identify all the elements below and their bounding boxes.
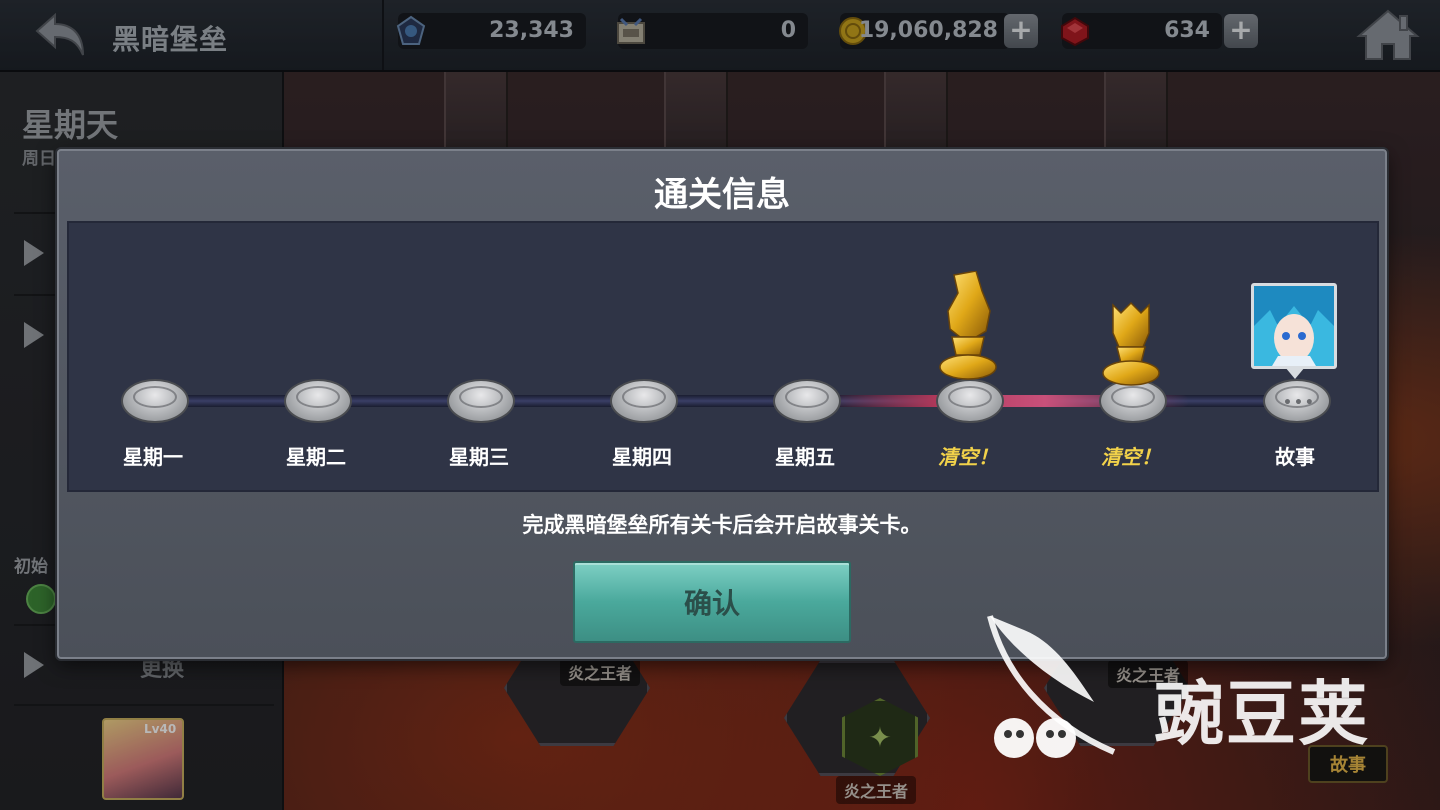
node-label: 星期三 — [449, 445, 509, 469]
node-label: 星期一 — [123, 445, 183, 469]
story-node[interactable]: ••• — [1263, 377, 1331, 423]
gold-mage-trophy-icon — [1099, 297, 1163, 393]
node-label: 星期四 — [612, 445, 672, 469]
pin-pointer — [1285, 367, 1305, 379]
day-node-tuesday[interactable] — [284, 377, 352, 423]
day-node-wednesday[interactable] — [447, 377, 515, 423]
node-label: 故事 — [1275, 445, 1315, 469]
wandoujia-logo-icon — [987, 615, 1116, 758]
story-character-portrait[interactable] — [1251, 283, 1337, 369]
day-node-thursday[interactable] — [610, 377, 678, 423]
node-label: 星期二 — [286, 445, 346, 469]
ellipsis-icon: ••• — [1283, 395, 1316, 411]
watermark-text: 豌豆荚 — [1154, 673, 1370, 755]
day-node-monday[interactable] — [121, 377, 189, 423]
cleared-label: 清空！ — [1101, 445, 1161, 469]
cleared-label: 清空！ — [938, 445, 998, 469]
confirm-button[interactable]: 确认 — [573, 561, 851, 643]
dialog-title: 通关信息 — [654, 175, 790, 215]
info-message: 完成黑暗堡垒所有关卡后会开启故事关卡。 — [522, 513, 922, 537]
node-label: 星期五 — [775, 445, 835, 469]
day-node-friday[interactable] — [773, 377, 841, 423]
progress-track-panel: ••• 星期一 星期二 星期三 星期四 星期五 清空！ 清空！ 故事 — [67, 221, 1379, 492]
clear-info-dialog: 通关信息 ••• 星期一 星期二 星期三 星期四 星期五 清空！ 清空！ 故事 … — [57, 149, 1387, 659]
wandoujia-watermark: 豌豆荚 — [984, 612, 1414, 782]
gold-knight-trophy-icon — [936, 270, 1000, 393]
